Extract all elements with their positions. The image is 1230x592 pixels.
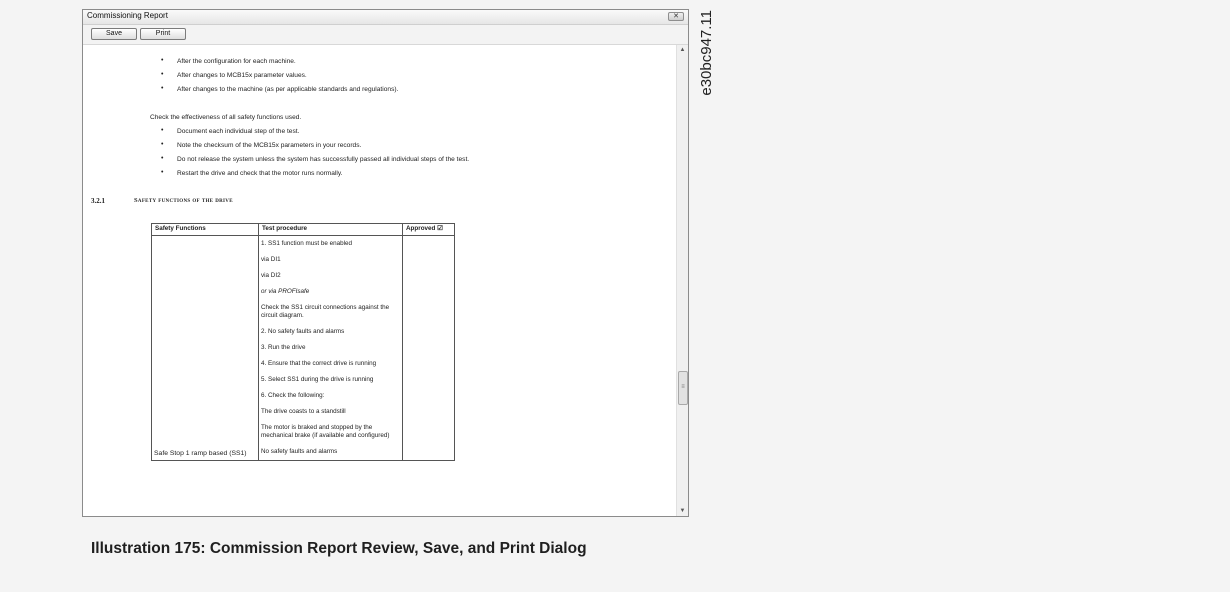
- list-item: Note the checksum of the MCB15x paramete…: [177, 142, 362, 149]
- safety-functions-table: Safety Functions Test procedure Approved…: [151, 223, 455, 461]
- bullet-icon: •: [161, 71, 164, 78]
- scroll-down-icon[interactable]: ▼: [677, 506, 688, 516]
- bullet-icon: •: [161, 155, 164, 162]
- section-number: 3.2.1: [91, 197, 105, 205]
- safety-function-cell: Safe Stop 1 ramp based (SS1): [151, 235, 259, 461]
- report-content: · · · · · · · · · · · · · · · · · · · · …: [83, 45, 676, 516]
- list-item: After changes to the machine (as per app…: [177, 86, 399, 93]
- bullet-icon: •: [161, 85, 164, 92]
- bullet-icon: •: [161, 141, 164, 148]
- procedure-step: No safety faults and alarms: [261, 448, 338, 455]
- procedure-step: or via PROFIsafe: [261, 288, 310, 295]
- procedure-step: 2. No safety faults and alarms: [261, 328, 345, 335]
- scroll-up-icon[interactable]: ▲: [677, 45, 688, 55]
- procedure-step: 3. Run the drive: [261, 344, 306, 351]
- bullet-icon: •: [161, 57, 164, 64]
- procedure-step: Check the SS1 circuit connections agains…: [261, 304, 390, 319]
- figure-caption: Illustration 175: Commission Report Revi…: [91, 540, 587, 557]
- list-item: Restart the drive and check that the mot…: [177, 170, 343, 177]
- window-title: Commissioning Report: [87, 11, 168, 20]
- cut-off-line: · · · · · · · · · · · · · · · · · · · · …: [178, 45, 337, 48]
- save-button[interactable]: Save: [91, 28, 137, 40]
- list-item: After the configuration for each machine…: [177, 58, 296, 65]
- safety-function-label: Safe Stop 1 ramp based (SS1): [154, 450, 247, 457]
- list-item: Document each individual step of the tes…: [177, 128, 300, 135]
- test-procedure-cell: 1. SS1 function must be enabled via DI1 …: [258, 235, 403, 461]
- bullet-icon: •: [161, 169, 164, 176]
- column-header: Safety Functions: [151, 223, 259, 236]
- section-title: Safety functions of the drive: [134, 197, 233, 204]
- bullet-icon: •: [161, 127, 164, 134]
- check-paragraph: Check the effectiveness of all safety fu…: [150, 114, 302, 121]
- title-bar: Commissioning Report ✕: [83, 10, 688, 25]
- column-header: Test procedure: [258, 223, 403, 236]
- vertical-scrollbar[interactable]: ▲ ≡ ▼: [676, 45, 688, 516]
- scroll-thumb[interactable]: ≡: [678, 371, 688, 405]
- list-item: After changes to MCB15x parameter values…: [177, 72, 307, 79]
- table-header-row: Safety Functions Test procedure Approved…: [151, 223, 455, 236]
- procedure-step: via DI2: [261, 272, 281, 279]
- procedure-step: 1. SS1 function must be enabled: [261, 240, 353, 247]
- figure-code: e30bc947.11: [698, 10, 715, 96]
- procedure-step: The drive coasts to a standstill: [261, 408, 346, 415]
- procedure-step: 4. Ensure that the correct drive is runn…: [261, 360, 377, 367]
- toolbar: Save Print: [83, 25, 688, 45]
- procedure-step: The motor is braked and stopped by the m…: [261, 424, 390, 439]
- list-item: Do not release the system unless the sys…: [177, 156, 470, 163]
- commissioning-report-window: Commissioning Report ✕ Save Print · · · …: [82, 9, 689, 517]
- column-header: Approved ☑: [402, 223, 455, 236]
- procedure-step: 6. Check the following:: [261, 392, 325, 399]
- approved-cell[interactable]: [402, 235, 455, 461]
- procedure-step: 5. Select SS1 during the drive is runnin…: [261, 376, 374, 383]
- procedure-step: via DI1: [261, 256, 281, 263]
- print-button[interactable]: Print: [140, 28, 186, 40]
- table-row: Safe Stop 1 ramp based (SS1) 1. SS1 func…: [151, 235, 455, 461]
- close-button[interactable]: ✕: [668, 12, 684, 21]
